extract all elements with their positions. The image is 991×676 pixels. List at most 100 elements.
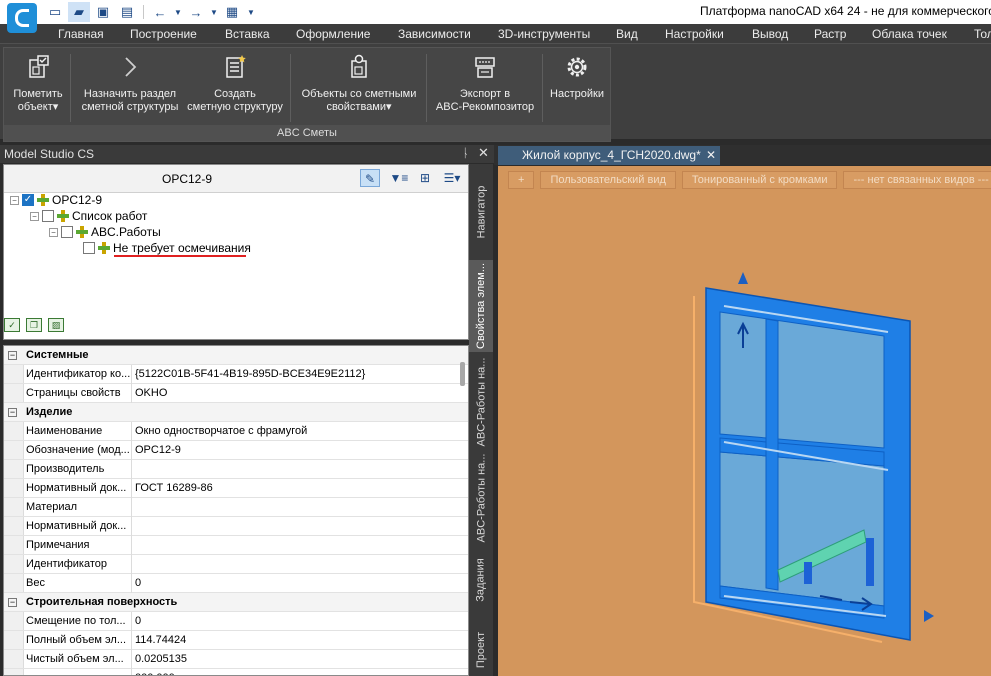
tab-output[interactable]: Вывод [752,27,788,41]
undo-dropdown-icon[interactable]: ▼ [173,2,183,22]
create-structure-button[interactable]: Создать сметную структуру [184,52,286,114]
new-file-icon[interactable]: ▭ [44,2,66,22]
tab-insert[interactable]: Вставка [225,27,270,41]
property-value[interactable]: 0 [133,574,141,593]
save-all-icon[interactable]: ▤ [116,2,138,22]
property-row[interactable]: Производитель [4,460,468,479]
property-row[interactable]: Страницы свойств OKHO [4,384,468,403]
property-value[interactable] [133,498,135,517]
filter-icon[interactable]: ▼≡ [386,169,412,187]
pin-icon[interactable]: ᚿ [462,146,469,160]
property-row[interactable]: Идентификатор ко... {5122C01B-5F41-4B19-8… [4,365,468,384]
export-recomposer-button[interactable]: Экспорт в ABC-Рекомпозитор [430,52,540,114]
undo-icon[interactable]: ← [149,2,171,22]
vtab-project[interactable]: Проект [469,624,493,676]
window-3d-model[interactable] [498,166,991,676]
property-row[interactable]: Нормативный док... [4,517,468,536]
document-close-icon[interactable]: ✕ [706,146,716,165]
property-value[interactable]: OPC12-9 [133,441,181,460]
objects-with-properties-icon [351,54,367,78]
property-row[interactable]: Идентификатор [4,555,468,574]
title-bar: ▭ ▰ ▣ ▤ ← ▼ → ▼ ▦ ▼ Платформа nanoCAD x6… [0,0,991,24]
save-icon[interactable]: ▣ [92,2,114,22]
tab-draw[interactable]: Построение [130,27,197,41]
tab-view[interactable]: Вид [616,27,638,41]
element-icon [57,210,69,222]
collapse-icon[interactable]: − [10,195,19,205]
property-value[interactable] [133,536,135,555]
document-tab[interactable]: Жилой корпус_4_ГСН2020.dwg* ✕ [498,146,720,165]
property-row[interactable]: Наименование Окно одностворчатое с фрамуг… [4,422,468,441]
property-value[interactable] [133,517,135,536]
property-row[interactable]: Обозначение (мод... OPC12-9 [4,441,468,460]
property-row[interactable]: Примечания [4,536,468,555]
vtab-element-properties[interactable]: Свойства элем... [469,260,493,352]
list-options-icon[interactable]: ☰▾ [439,169,465,187]
section-collapse-icon[interactable]: − [8,408,17,417]
property-row[interactable]: Полный объем эл... 114.74424 [4,631,468,650]
settings-button[interactable]: Настройки [546,52,608,101]
open-folder-icon[interactable]: ▰ [68,2,90,22]
property-row[interactable]: Вес 0 [4,574,468,593]
property-row[interactable]: Нормативный док... ГОСТ 16289-86 [4,479,468,498]
tab-raster[interactable]: Растр [814,27,846,41]
vtab-abc-works-2[interactable]: ABC-Работы на... [469,452,493,544]
print-icon[interactable]: ▦ [221,2,243,22]
panel-close-icon[interactable]: ✕ [478,145,489,161]
tab-point-clouds[interactable]: Облака точек [872,27,947,41]
property-scrollbar[interactable] [460,362,465,386]
property-value[interactable]: Окно одностворчатое с фрамугой [133,422,307,441]
section-collapse-icon[interactable]: − [8,351,17,360]
property-row[interactable]: 000.000 [4,669,468,675]
property-section[interactable]: − Системные [4,346,468,365]
property-row[interactable]: Чистый объем эл... 0.0205135 [4,650,468,669]
tree-node-no-estimate[interactable]: Не требует осмечивания [83,240,251,256]
property-value[interactable]: {5122C01B-5F41-4B19-895D-BCE34E9E2112} [133,365,365,384]
property-value[interactable]: 114.74424 [133,631,186,650]
tab-constraints[interactable]: Зависимости [398,27,471,41]
tab-settings[interactable]: Настройки [665,27,724,41]
tree-node-abc-works[interactable]: − ABC.Работы [49,224,161,240]
tree-view-icon[interactable]: ⊞ [415,169,435,187]
check-all-icon[interactable]: ✓ [4,318,20,332]
uncheck-icon[interactable]: ▨ [48,318,64,332]
checkbox-icon[interactable] [83,242,95,254]
checkbox-checked-icon[interactable]: ✓ [22,194,34,206]
property-value[interactable]: 000.000 [133,669,175,675]
pick-object-icon[interactable]: ✎ [360,169,380,187]
tab-annotate[interactable]: Оформление [296,27,370,41]
tab-home[interactable]: Главная [58,27,104,41]
tab-3d-tools[interactable]: 3D-инструменты [498,27,590,41]
property-section[interactable]: − Изделие [4,403,468,422]
property-value[interactable]: 0 [133,612,141,631]
tree-node-work-list[interactable]: − Список работ [30,208,147,224]
vtab-abc-works-1[interactable]: ABC-Работы на... [469,356,493,448]
collapse-icon[interactable]: − [49,227,58,237]
checkbox-icon[interactable] [42,210,54,222]
grip-up-arrow [738,272,748,284]
objects-with-properties-button[interactable]: Объекты со сметными свойствами▾ [294,52,424,114]
property-row[interactable]: Смещение по тол... 0 [4,612,468,631]
property-row[interactable]: Материал [4,498,468,517]
app-logo-icon[interactable] [7,3,37,33]
drawing-viewport[interactable]: + Пользовательский вид Тонированный с кр… [498,166,991,676]
assign-section-button[interactable]: Назначить раздел сметной структуры [74,52,186,114]
property-value[interactable] [133,555,135,574]
vtab-tasks[interactable]: Задания [469,548,493,612]
copy-icon[interactable]: ❐ [26,318,42,332]
property-value[interactable]: ГОСТ 16289-86 [133,479,213,498]
property-value[interactable]: OKHO [133,384,167,403]
vtab-navigator[interactable]: Навигатор [469,170,493,254]
section-collapse-icon[interactable]: − [8,598,17,607]
collapse-icon[interactable]: − [30,211,39,221]
tab-truncated[interactable]: Тол [974,27,991,41]
redo-icon[interactable]: → [185,2,207,22]
property-value[interactable] [133,460,135,479]
tree-node-root[interactable]: − ✓ OPC12-9 [10,192,102,208]
customize-icon[interactable]: ▼ [245,2,257,22]
mark-object-button[interactable]: Пометить объект▾ [8,52,68,114]
property-value[interactable]: 0.0205135 [133,650,187,669]
checkbox-icon[interactable] [61,226,73,238]
property-section[interactable]: − Строительная поверхность [4,593,468,612]
redo-dropdown-icon[interactable]: ▼ [209,2,219,22]
